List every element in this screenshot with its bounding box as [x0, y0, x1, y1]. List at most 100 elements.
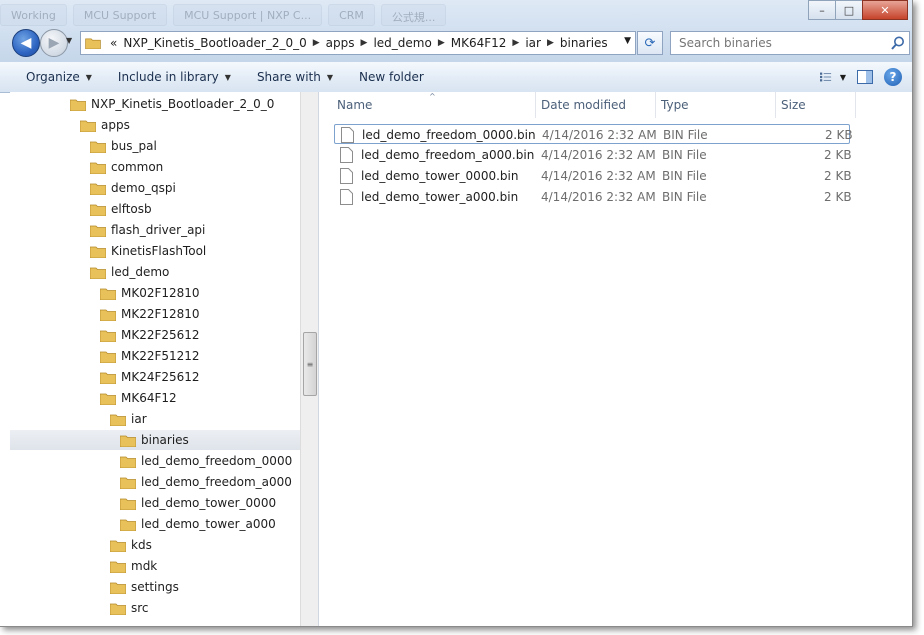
- breadcrumb-chevron-icon[interactable]: ▶: [358, 38, 371, 48]
- include-in-library-button[interactable]: Include in library ▼: [92, 62, 231, 92]
- breadcrumb-item[interactable]: MK64F12: [448, 36, 510, 50]
- tree-item[interactable]: elftosb: [10, 199, 152, 219]
- column-header-date-modified[interactable]: Date modified: [535, 92, 656, 118]
- tree-item-label: kds: [131, 538, 152, 552]
- tree-item[interactable]: led_demo_freedom_a000: [10, 472, 292, 492]
- search-input[interactable]: [677, 35, 891, 51]
- background-tab: Working: [0, 4, 67, 26]
- tree-item[interactable]: MK22F12810: [10, 304, 200, 324]
- breadcrumb-item[interactable]: led_demo: [370, 36, 434, 50]
- address-bar[interactable]: « NXP_Kinetis_Bootloader_2_0_0 ▶ apps ▶ …: [80, 31, 636, 55]
- tree-item[interactable]: led_demo_tower_0000: [10, 493, 276, 513]
- folder-icon: [110, 414, 126, 426]
- file-type: BIN File: [662, 169, 707, 183]
- preview-pane-button[interactable]: [852, 67, 878, 87]
- file-size: 2 KB: [824, 169, 852, 183]
- search-box[interactable]: [670, 31, 910, 55]
- file-row[interactable]: led_demo_freedom_0000.bin 4/14/2016 2:32 …: [334, 124, 853, 144]
- column-header-size[interactable]: Size: [775, 92, 856, 118]
- tree-item-label: elftosb: [111, 202, 152, 216]
- breadcrumb-item[interactable]: iar: [522, 36, 544, 50]
- folder-icon: [90, 246, 106, 258]
- tree-item[interactable]: KinetisFlashTool: [10, 241, 206, 261]
- scrollbar-thumb[interactable]: ≡: [303, 332, 317, 396]
- folder-icon: [110, 603, 126, 615]
- tree-item[interactable]: MK64F12: [10, 388, 177, 408]
- forward-button[interactable]: ▶: [40, 29, 68, 57]
- tree-item[interactable]: flash_driver_api: [10, 220, 205, 240]
- tree-item[interactable]: common: [10, 157, 163, 177]
- column-header-label: Size: [781, 98, 806, 112]
- file-date-modified: 4/14/2016 2:32 AM: [541, 169, 656, 183]
- breadcrumb-item[interactable]: NXP_Kinetis_Bootloader_2_0_0: [120, 36, 309, 50]
- tree-item-label: src: [131, 601, 149, 615]
- tree-item[interactable]: bus_pal: [10, 136, 157, 156]
- file-row[interactable]: led_demo_tower_a000.bin 4/14/2016 2:32 AM…: [334, 187, 852, 207]
- new-folder-button[interactable]: New folder: [333, 62, 424, 92]
- file-icon: [340, 189, 353, 205]
- breadcrumb-chevron-icon[interactable]: ▶: [509, 38, 522, 48]
- tree-item[interactable]: mdk: [10, 556, 157, 576]
- file-row[interactable]: led_demo_freedom_a000.bin 4/14/2016 2:32 …: [334, 145, 852, 165]
- chevron-down-icon: ▼: [66, 36, 73, 45]
- file-name-cell: led_demo_tower_a000.bin: [340, 187, 518, 207]
- change-view-button[interactable]: ▼: [820, 67, 846, 87]
- new-folder-label: New folder: [359, 70, 424, 84]
- tree-item[interactable]: settings: [10, 577, 179, 597]
- background-tab: 公式規...: [380, 4, 447, 26]
- explorer-window: Working MCU Support MCU Support | NXP C.…: [0, 0, 913, 627]
- file-date-modified: 4/14/2016 2:32 AM: [541, 190, 656, 204]
- tree-item[interactable]: MK02F12810: [10, 283, 200, 303]
- title-bar: Working MCU Support MCU Support | NXP C.…: [0, 0, 912, 62]
- tree-item[interactable]: src: [10, 598, 149, 618]
- column-header-type[interactable]: Type: [655, 92, 776, 118]
- tree-item-label: iar: [131, 412, 147, 426]
- minimize-button[interactable]: –: [808, 0, 836, 20]
- tree-item[interactable]: demo_qspi: [10, 178, 176, 198]
- tree-item[interactable]: MK24F25612: [10, 367, 200, 387]
- tree-item[interactable]: kds: [10, 535, 152, 555]
- breadcrumb-overflow[interactable]: «: [107, 36, 120, 50]
- navigation-scrollbar[interactable]: ≡: [300, 92, 318, 626]
- refresh-button[interactable]: ⟳: [637, 31, 663, 55]
- tree-item-label: MK64F12: [121, 391, 177, 405]
- tree-item[interactable]: led_demo_tower_a000: [10, 514, 276, 534]
- folder-icon: [110, 582, 126, 594]
- tree-item[interactable]: iar: [10, 409, 147, 429]
- file-row[interactable]: led_demo_tower_0000.bin 4/14/2016 2:32 AM…: [334, 166, 852, 186]
- folder-icon: [90, 183, 106, 195]
- breadcrumb-chevron-icon[interactable]: ▶: [544, 38, 557, 48]
- address-dropdown-icon[interactable]: ▼: [624, 36, 631, 46]
- breadcrumb-item[interactable]: apps: [323, 36, 358, 50]
- tree-item[interactable]: MK22F25612: [10, 325, 200, 345]
- tree-item[interactable]: NXP_Kinetis_Bootloader_2_0_0: [10, 94, 274, 114]
- breadcrumb-chevron-icon[interactable]: ▶: [435, 38, 448, 48]
- folder-icon: [70, 99, 86, 111]
- folder-icon: [100, 351, 116, 363]
- column-header-name[interactable]: Name ^: [319, 92, 536, 118]
- folder-icon: [90, 204, 106, 216]
- breadcrumb-item[interactable]: binaries: [557, 36, 611, 50]
- organize-button[interactable]: Organize ▼: [0, 62, 92, 92]
- tree-item[interactable]: apps: [10, 115, 130, 135]
- file-name: led_demo_tower_a000.bin: [361, 190, 519, 204]
- recent-pages-dropdown[interactable]: ▼: [66, 36, 76, 48]
- close-button[interactable]: ✕: [862, 0, 908, 20]
- share-with-button[interactable]: Share with ▼: [231, 62, 333, 92]
- tree-item[interactable]: MK22F51212: [10, 346, 200, 366]
- tree-item[interactable]: led_demo_freedom_0000: [10, 451, 292, 471]
- folder-icon: [120, 435, 136, 447]
- tree-item-label: MK22F25612: [121, 328, 200, 342]
- file-type: BIN File: [663, 128, 708, 142]
- tree-item[interactable]: binaries: [10, 430, 300, 450]
- file-icon: [340, 168, 353, 184]
- file-type: BIN File: [662, 190, 707, 204]
- back-button[interactable]: ◀: [12, 29, 40, 57]
- tree-item[interactable]: led_demo: [10, 262, 169, 282]
- breadcrumb-chevron-icon[interactable]: ▶: [310, 38, 323, 48]
- file-size: 2 KB: [824, 190, 852, 204]
- help-button[interactable]: ?: [884, 68, 902, 86]
- tree-item-label: MK22F12810: [121, 307, 200, 321]
- maximize-button[interactable]: □: [835, 0, 863, 20]
- search-icon[interactable]: [890, 35, 906, 51]
